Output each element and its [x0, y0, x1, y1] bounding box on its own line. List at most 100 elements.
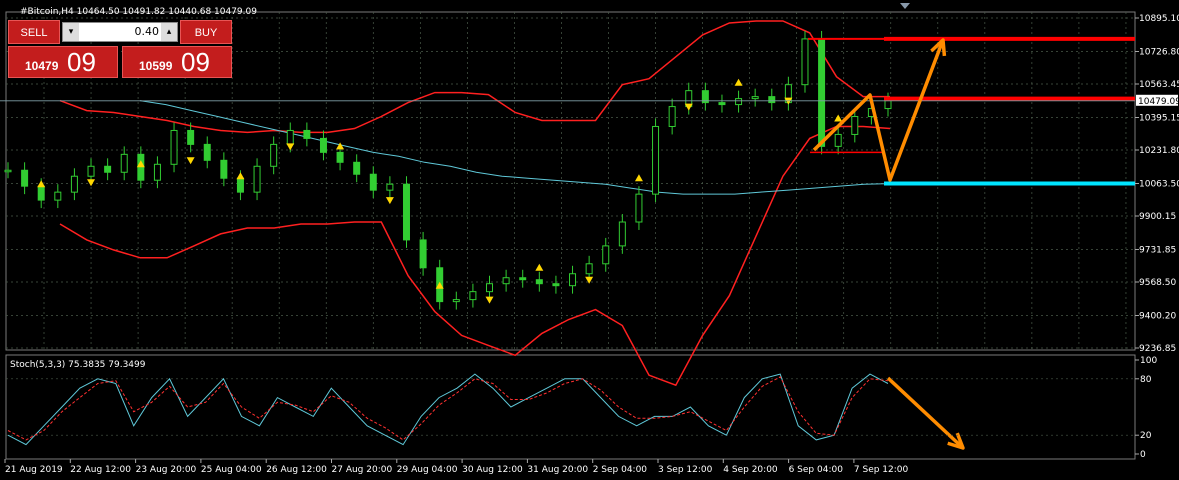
candle-body: [851, 116, 859, 135]
candle-body: [668, 106, 676, 127]
lot-size-value[interactable]: 0.40: [81, 23, 160, 41]
fractal-marker: [535, 263, 544, 271]
candle-body: [618, 221, 626, 247]
time-tick-label: 2 Sep 04:00: [593, 465, 648, 475]
ma-line: [139, 100, 891, 195]
bid-price-box[interactable]: 10479 09: [8, 46, 118, 78]
fractal-marker: [834, 114, 843, 122]
stoch-plot-frame: [5, 354, 1136, 460]
fractal-marker: [634, 174, 643, 182]
price-tick-label: 10063.50: [1139, 179, 1179, 189]
fractal-marker: [585, 276, 594, 284]
candle-body: [187, 129, 195, 145]
candle-body: [54, 191, 62, 201]
price-tick-label: 10563.45: [1139, 80, 1179, 90]
candle-body: [801, 38, 809, 86]
fractal-marker: [87, 179, 96, 187]
time-tick-label: 29 Aug 04:00: [397, 465, 458, 475]
candle-body: [104, 165, 112, 173]
candle-body: [402, 183, 410, 241]
candle-body: [21, 169, 29, 187]
time-tick-label: 27 Aug 20:00: [332, 465, 393, 475]
fractal-marker: [286, 143, 295, 151]
price-axis: 10895.10 10726.80 10563.45 10395.15 10231.80…: [1135, 14, 1179, 354]
candle-body: [369, 173, 377, 191]
candle-body: [4, 169, 12, 173]
candle-body: [336, 151, 344, 163]
candle-body: [519, 277, 527, 281]
chart-shift-marker: [900, 3, 910, 9]
stoch-forecast-arrow: [886, 376, 965, 450]
lot-size-field[interactable]: ▾ 0.40 ▴: [62, 22, 178, 42]
last-price-label: 10479.09: [1138, 97, 1179, 107]
buy-button[interactable]: BUY: [180, 20, 232, 44]
candle-body: [569, 273, 577, 287]
candle-body: [286, 129, 294, 145]
ask-price-pips: 09: [181, 47, 210, 77]
candle-body: [751, 96, 759, 100]
price-tick-label: 10895.10: [1139, 14, 1179, 24]
stochastic-oscillator: [6, 373, 1135, 446]
time-tick-label: 3 Sep 12:00: [658, 465, 713, 475]
price-tick-label: 10231.80: [1139, 146, 1179, 156]
price-tick-label: 9568.50: [1139, 278, 1176, 288]
candle-body: [585, 263, 593, 275]
candle-body: [220, 159, 228, 179]
chart-header: #Bitcoin,H4 10464.50 10491.82 10440.68 1…: [20, 7, 257, 17]
candle-body: [818, 38, 826, 147]
time-tick-label: 4 Sep 20:00: [723, 465, 778, 475]
candle-body: [253, 165, 261, 193]
lot-increase-button[interactable]: ▴: [161, 23, 177, 41]
stoch-tick-label: 0: [1140, 450, 1146, 460]
price-forecast-arrow: [812, 39, 945, 182]
fractal-marker: [385, 197, 394, 205]
candle-body: [535, 279, 543, 285]
time-tick-label: 7 Sep 12:00: [854, 465, 909, 475]
candle-body: [884, 100, 892, 110]
price-tick-label: 9400.20: [1139, 311, 1176, 321]
price-tick-label: 9900.15: [1139, 212, 1176, 222]
stoch-header: Stoch(5,3,3) 75.3835 79.3499: [10, 360, 146, 370]
ask-price-box[interactable]: 10599 09: [122, 46, 232, 78]
price-tick-label: 10726.80: [1139, 47, 1179, 57]
candle-body: [70, 175, 78, 193]
fractal-marker: [485, 296, 494, 304]
time-tick-label: 23 Aug 20:00: [136, 465, 197, 475]
time-tick-label: 31 Aug 20:00: [527, 465, 588, 475]
candle-body: [552, 283, 560, 287]
candle-body: [203, 143, 211, 161]
lower-band-line: [59, 125, 891, 387]
fractal-marker: [186, 157, 195, 165]
time-tick-label: 25 Aug 04:00: [201, 465, 262, 475]
candle-body: [452, 299, 460, 303]
time-tick-label: 26 Aug 12:00: [266, 465, 327, 475]
ask-price-main: 10599: [139, 59, 173, 73]
candle-body: [153, 163, 161, 181]
lot-decrease-button[interactable]: ▾: [63, 23, 79, 41]
candle-body: [635, 193, 643, 223]
moving-average: [139, 100, 891, 195]
candle-body: [735, 98, 743, 106]
price-tick-label: 10395.15: [1139, 113, 1179, 123]
candle-body: [386, 183, 394, 191]
candle-body: [319, 137, 327, 153]
time-tick-label: 22 Aug 12:00: [70, 465, 131, 475]
sell-button[interactable]: SELL: [8, 20, 60, 44]
candle-body: [37, 185, 45, 201]
stoch-main-line: [7, 373, 889, 446]
price-tick-label: 9236.85: [1139, 344, 1176, 354]
candle-body: [303, 129, 311, 139]
candle-body: [486, 283, 494, 293]
candle-body: [768, 96, 776, 104]
time-tick-label: 6 Sep 04:00: [789, 465, 844, 475]
time-axis: 21 Aug 2019 22 Aug 12:00 23 Aug 20:00 25 Au…: [4, 459, 909, 475]
candle-body: [170, 129, 178, 165]
one-click-trading-panel: SELL ▾ 0.40 ▴ BUY 10479 09 10599 09: [8, 20, 232, 78]
bid-price-main: 10479: [25, 59, 59, 73]
fractal-marker: [734, 78, 743, 86]
candle-body: [652, 125, 660, 195]
price-tick-label: 9731.85: [1139, 245, 1176, 255]
candle-body: [502, 277, 510, 285]
candle-body: [353, 161, 361, 175]
bid-price-pips: 09: [67, 47, 96, 77]
